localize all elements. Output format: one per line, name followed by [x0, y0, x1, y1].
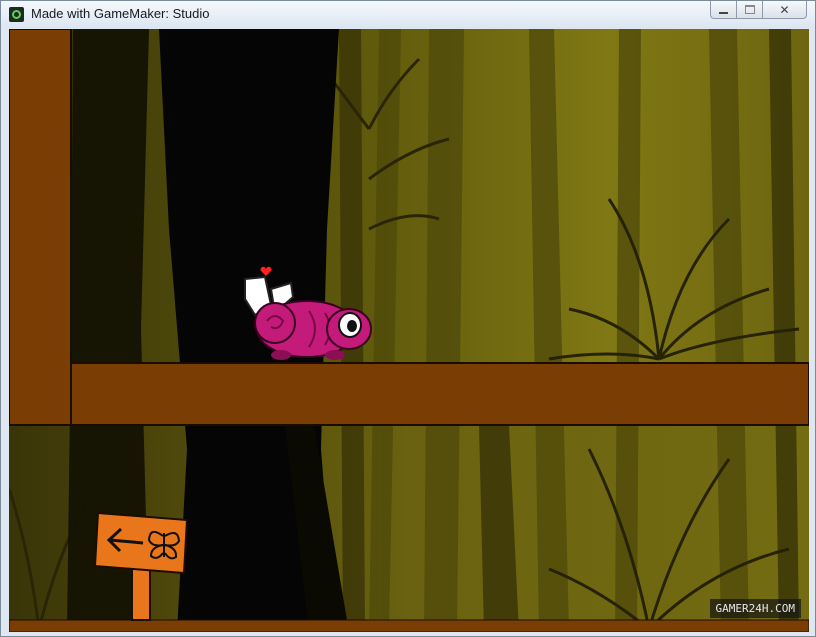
close-button[interactable]: ✕: [763, 1, 807, 19]
gamemaker-app-icon: [9, 7, 24, 22]
watermark: GAMER24H.COM: [709, 599, 801, 618]
game-viewport[interactable]: GAMER24H.COM: [9, 29, 809, 632]
window-title: Made with GameMaker: Studio: [31, 6, 210, 21]
maximize-button[interactable]: [737, 1, 763, 19]
minimize-icon: [719, 11, 728, 14]
wall-platform: [9, 29, 72, 426]
game-window: Made with GameMaker: Studio ✕ GAMER24H.C…: [0, 0, 816, 637]
floor-platform: [9, 619, 809, 632]
window-controls: ✕: [710, 1, 807, 20]
creature-eye: [338, 312, 362, 338]
title-bar[interactable]: Made with GameMaker: Studio ✕: [1, 1, 815, 28]
ground-platform: [70, 362, 809, 426]
minimize-button[interactable]: [710, 1, 737, 19]
maximize-icon: [744, 5, 755, 14]
game-scene: [9, 29, 809, 632]
close-icon: ✕: [779, 2, 790, 17]
